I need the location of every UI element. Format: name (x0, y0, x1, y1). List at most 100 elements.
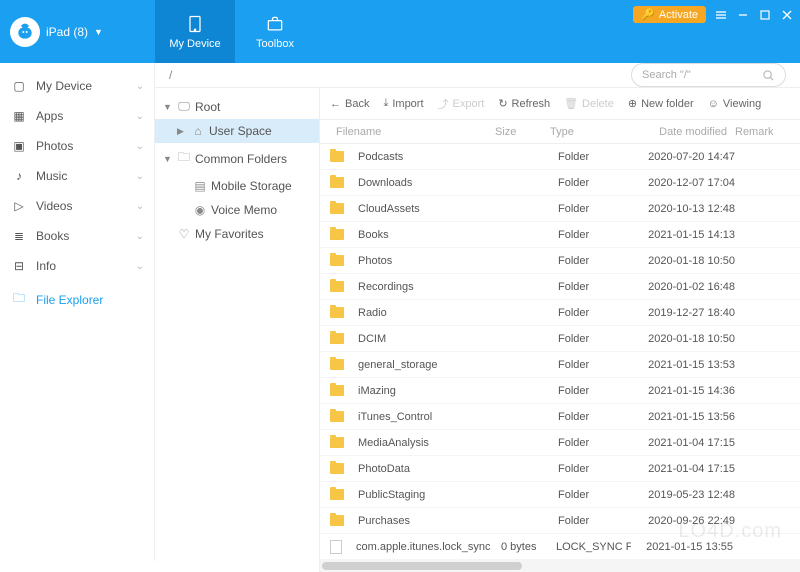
file-row[interactable]: CloudAssetsFolder2020-10-13 12:48 (320, 196, 800, 222)
sidebar-item-my-device[interactable]: ▢My Device⌄ (0, 71, 154, 101)
file-name: Recordings (352, 281, 503, 293)
tab-toolbox[interactable]: Toolbox (235, 0, 315, 63)
file-date: 2020-01-18 10:50 (633, 255, 743, 267)
tb-label: Delete (582, 98, 614, 110)
folder-icon (330, 411, 344, 422)
activate-button[interactable]: 🔑 Activate (633, 6, 706, 23)
folder-icon (330, 385, 344, 396)
minimize-button[interactable] (736, 8, 750, 22)
folder-icon (330, 359, 344, 370)
sidebar-item-books[interactable]: ≣ Books ⌄ (0, 221, 154, 251)
file-name: Podcasts (352, 151, 503, 163)
col-size[interactable]: Size (495, 126, 550, 138)
sidebar-item-label: Books (36, 229, 69, 243)
sidebar-item-photos[interactable]: ▣Photos⌄ (0, 131, 154, 161)
file-row[interactable]: PodcastsFolder2020-07-20 14:47 (320, 144, 800, 170)
books-icon: ≣ (12, 229, 26, 243)
viewing-button[interactable]: ☺Viewing (708, 98, 762, 110)
tab-label: Toolbox (256, 38, 294, 50)
tree-item-root[interactable]: ▼🖵Root (155, 94, 319, 119)
collapse-icon[interactable]: ▼ (163, 102, 173, 112)
tree-item-mobile-storage[interactable]: ▤Mobile Storage (155, 174, 319, 198)
col-remark[interactable]: Remark (735, 126, 790, 138)
device-selector[interactable]: iPad (8) ▼ (0, 0, 155, 63)
heart-icon: ♡ (177, 227, 191, 241)
folder-icon (330, 177, 344, 188)
collapse-icon[interactable]: ▼ (163, 154, 173, 164)
file-row[interactable]: PhotosFolder2020-01-18 10:50 (320, 248, 800, 274)
file-type: Folder (558, 463, 633, 475)
search-input[interactable]: Search "/" (631, 63, 786, 87)
file-date: 2020-07-20 14:47 (633, 151, 743, 163)
tree-label: User Space (209, 124, 272, 138)
sidebar-item-info[interactable]: ⊟Info⌄ (0, 251, 154, 281)
back-button[interactable]: ←Back (330, 98, 369, 110)
menu-icon[interactable] (714, 8, 728, 22)
close-button[interactable] (780, 8, 794, 22)
file-row[interactable]: general_storageFolder2021-01-15 13:53 (320, 352, 800, 378)
file-size: 0 bytes (501, 541, 556, 553)
monitor-icon: 🖵 (177, 99, 191, 114)
sidebar-item-apps[interactable]: ▦Apps⌄ (0, 101, 154, 131)
horizontal-scrollbar[interactable] (320, 560, 800, 572)
col-filename[interactable]: Filename (330, 126, 495, 138)
col-date[interactable]: Date modified (625, 126, 735, 138)
arrow-left-icon: ← (330, 98, 341, 110)
file-row[interactable]: BooksFolder2021-01-15 14:13 (320, 222, 800, 248)
file-row[interactable]: RadioFolder2019-12-27 18:40 (320, 300, 800, 326)
folder-icon (330, 203, 344, 214)
file-name: Downloads (352, 177, 503, 189)
tree-item-common-folders[interactable]: ▼🗀Common Folders (155, 143, 319, 174)
file-list: PodcastsFolder2020-07-20 14:47DownloadsF… (320, 144, 800, 560)
tree-item-voice-memo[interactable]: ◉Voice Memo (155, 198, 319, 222)
file-row[interactable]: PublicStagingFolder2019-05-23 12:48 (320, 482, 800, 508)
file-row[interactable]: DownloadsFolder2020-12-07 17:04 (320, 170, 800, 196)
chevron-down-icon: ⌄ (136, 81, 144, 92)
file-row[interactable]: iMazingFolder2021-01-15 14:36 (320, 378, 800, 404)
mic-icon: ◉ (193, 203, 207, 217)
file-row[interactable]: iTunes_ControlFolder2021-01-15 13:56 (320, 404, 800, 430)
file-row[interactable]: com.apple.itunes.lock_sync0 bytesLOCK_SY… (320, 534, 800, 560)
file-row[interactable]: RecordingsFolder2020-01-02 16:48 (320, 274, 800, 300)
tb-label: Export (453, 98, 485, 110)
file-date: 2021-01-04 17:15 (633, 437, 743, 449)
file-row[interactable]: PurchasesFolder2020-09-26 22:49 (320, 508, 800, 534)
videos-icon: ▷ (12, 199, 26, 213)
file-type: Folder (558, 489, 633, 501)
tree-item-user-space[interactable]: ▶⌂User Space (155, 119, 319, 143)
file-row[interactable]: PhotoDataFolder2021-01-04 17:15 (320, 456, 800, 482)
file-date: 2021-01-15 13:56 (633, 411, 743, 423)
sidebar-item-videos[interactable]: ▷Videos⌄ (0, 191, 154, 221)
file-type: Folder (558, 515, 633, 527)
import-button[interactable]: ⤓ Import (383, 97, 423, 110)
new-folder-button[interactable]: ⊕New folder (628, 97, 694, 110)
file-name: Radio (352, 307, 503, 319)
chevron-down-icon: ⌄ (136, 171, 144, 182)
content-area: / Search "/" ▼🖵Root ▶⌂User Space ▼🗀Commo… (155, 63, 800, 561)
sidebar-item-music[interactable]: ♪Music⌄ (0, 161, 154, 191)
main: ▢My Device⌄ ▦Apps⌄ ▣Photos⌄ ♪Music⌄ ▷Vid… (0, 63, 800, 561)
export-button[interactable]: ⤴Export (438, 96, 485, 112)
file-name: general_storage (352, 359, 503, 371)
tab-my-device[interactable]: My Device (155, 0, 235, 63)
sidebar-item-label: Apps (36, 109, 63, 123)
maximize-button[interactable] (758, 8, 772, 22)
import-icon: ⤓ (383, 97, 388, 110)
tree-label: Mobile Storage (211, 179, 292, 193)
file-row[interactable]: MediaAnalysisFolder2021-01-04 17:15 (320, 430, 800, 456)
scrollbar-thumb[interactable] (322, 562, 522, 570)
delete-button[interactable]: 🗑Delete (564, 97, 614, 110)
col-type[interactable]: Type (550, 126, 625, 138)
tb-label: Import (392, 98, 423, 110)
file-date: 2021-01-15 14:36 (633, 385, 743, 397)
tb-label: Refresh (512, 98, 551, 110)
chevron-down-icon: ⌄ (136, 231, 144, 242)
file-row[interactable]: DCIMFolder2020-01-18 10:50 (320, 326, 800, 352)
expand-icon[interactable]: ▶ (177, 126, 187, 137)
refresh-button[interactable]: ↻Refresh (498, 97, 550, 110)
chevron-down-icon: ⌄ (136, 261, 144, 272)
tree-item-my-favorites[interactable]: ♡My Favorites (155, 222, 319, 246)
file-type: Folder (558, 385, 633, 397)
file-type: LOCK_SYNC File (556, 541, 631, 553)
sidebar-item-file-explorer[interactable]: 🗀File Explorer (0, 281, 154, 318)
